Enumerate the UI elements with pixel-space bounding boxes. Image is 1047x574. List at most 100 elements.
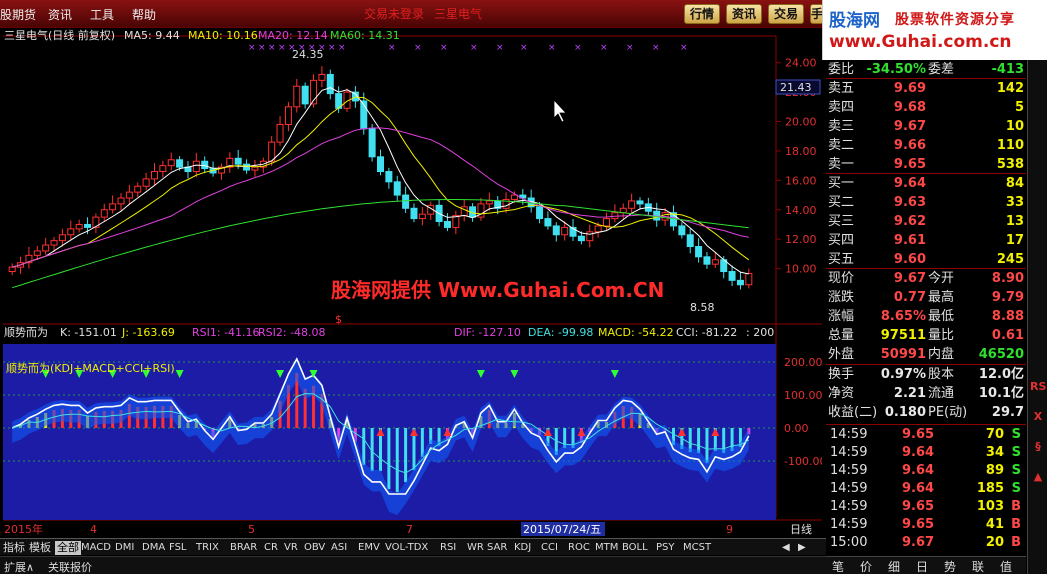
stat-label: 净资 (828, 386, 855, 401)
tick-price: 9.64 (902, 445, 935, 460)
indicator-tab[interactable]: DMA (142, 541, 165, 555)
indicator-tab[interactable]: CR (264, 541, 278, 555)
signal-mark: × (470, 43, 478, 53)
candle-body (125, 191, 133, 199)
indicator-tab[interactable]: MACD (81, 541, 111, 555)
candle-body (678, 225, 686, 236)
tick-time: 15:00 (830, 535, 868, 550)
indicator-tab[interactable]: DMI (115, 541, 134, 555)
candle-body (594, 225, 602, 233)
date-highlight: 2015/07/24/五 (523, 523, 601, 536)
candle-body (636, 200, 644, 205)
buy-volume: 33 (1005, 195, 1024, 210)
side-tool-button[interactable]: X (1030, 410, 1046, 423)
side-tool-button[interactable]: RSI (1030, 380, 1047, 393)
candle-body (58, 234, 66, 242)
indicator-tab[interactable]: ASI (331, 541, 347, 555)
quote-tab[interactable]: 值 (1000, 558, 1012, 574)
stat-value: 0.97% (880, 367, 926, 382)
stat-row: 外盘 50991 内盘 46520 (826, 345, 1026, 364)
indicator-tab[interactable]: BRAR (230, 541, 257, 555)
stat-value: 29.7 (991, 405, 1024, 420)
signal-mark: × (388, 43, 396, 53)
sell-price: 9.68 (893, 100, 926, 115)
quote-button[interactable]: 行情 (684, 4, 720, 24)
sell-price: 9.65 (893, 157, 926, 172)
candle-body (293, 85, 301, 108)
sell-price: 9.69 (893, 81, 926, 96)
menu-help[interactable]: 帮助 (132, 6, 156, 23)
stat-value: 9.79 (991, 290, 1024, 305)
stat-value: 0.77 (893, 290, 926, 305)
side-tool-button[interactable]: § (1030, 440, 1046, 453)
indicator-tab[interactable]: MTM (595, 541, 618, 555)
stat-label: 收益(二) (828, 405, 878, 420)
candle-body (67, 228, 75, 236)
indicator-tab[interactable]: 全部 (55, 541, 81, 555)
divider (826, 424, 1026, 425)
news-button[interactable]: 资讯 (726, 4, 762, 24)
trade-button[interactable]: 交易 (768, 4, 804, 24)
side-tool-button[interactable]: ▲ (1030, 470, 1046, 483)
price-tick-label: 18.00 (785, 145, 817, 158)
price-tick-label: 16.00 (785, 174, 817, 187)
tick-flag: B (1011, 517, 1021, 532)
stat-label: 量比 (928, 328, 955, 343)
tick-flag: S (1011, 463, 1021, 478)
expand-tab[interactable]: 扩展∧ (4, 559, 34, 574)
indicator-tab[interactable]: 模板 (29, 541, 51, 555)
indicator-tab[interactable]: TRIX (196, 541, 219, 555)
indicator-tab[interactable]: BOLL (622, 541, 648, 555)
price-tick-label: 10.00 (785, 263, 817, 276)
scroll-left-icon[interactable]: ◀ (782, 541, 790, 555)
candle-body (109, 203, 117, 211)
indicator-tab[interactable]: KDJ (514, 541, 531, 555)
signal-mark: × (328, 43, 336, 53)
tick-flag: S (1011, 445, 1021, 460)
chart-area[interactable]: × × × × × × × × × × × × × × × × × × × × × × 三星电气(日线 前复权) MA5:… (0, 28, 822, 560)
indicator-tab[interactable]: RSI (440, 541, 456, 555)
indicator-tab[interactable]: SAR (487, 541, 507, 555)
indicator-tab[interactable]: 指标 (3, 541, 25, 555)
ma5-label: MA5: 9.44 (124, 29, 180, 42)
stat-label: 最高 (928, 290, 955, 305)
tick-price: 9.65 (902, 499, 935, 514)
menu-tools[interactable]: 工具 (90, 6, 114, 23)
weicha-value: -413 (991, 62, 1024, 77)
indicator-tab[interactable]: OBV (304, 541, 325, 555)
quote-tab[interactable]: 联 (972, 558, 984, 574)
price-tick-label: 12.00 (785, 233, 817, 246)
indicator-tab[interactable]: EMV (358, 541, 380, 555)
candle-body (150, 171, 158, 180)
side-toolbar: RSI X § ▲ (1027, 60, 1047, 574)
buy-price: 9.64 (893, 176, 926, 191)
menu-news[interactable]: 资讯 (48, 6, 72, 23)
quote-tab[interactable]: 日 (916, 558, 928, 574)
indicator-tab[interactable]: VR (284, 541, 298, 555)
period-label: 日线 (790, 522, 812, 536)
quote-tab[interactable]: 笔 (832, 558, 844, 574)
menu-futures[interactable]: 股期货 (0, 6, 36, 23)
trading-terminal: 股期货 资讯 工具 帮助 交易未登录 三星电气 行情 资讯 交易 手 股海网 股… (0, 0, 1047, 574)
stat-row: 总量 97511 量比 0.61 (826, 326, 1026, 345)
price-tick-label: 20.00 (785, 116, 817, 129)
quote-tab[interactable]: 价 (860, 558, 872, 574)
indicator-tab[interactable]: ROC (568, 541, 590, 555)
candle-body (443, 221, 451, 228)
tick-time: 14:59 (830, 445, 868, 460)
buy-label: 买三 (828, 214, 855, 229)
indicator-tab[interactable]: VOL-TDX (385, 541, 428, 555)
indicator-tab[interactable]: MCST (683, 541, 711, 555)
stat-value: 50991 (880, 347, 926, 362)
sell-level: 卖四 9.68 5 (826, 98, 1026, 117)
indicator-tab[interactable]: CCI (541, 541, 558, 555)
quote-tab[interactable]: 细 (888, 558, 900, 574)
stat-label: 换手 (828, 367, 855, 382)
candle-body (552, 225, 560, 236)
indicator-tab[interactable]: PSY (656, 541, 675, 555)
indicator-tab[interactable]: FSL (169, 541, 187, 555)
indicator-tab[interactable]: WR (467, 541, 484, 555)
scroll-right-icon[interactable]: ▶ (798, 541, 806, 555)
related-quote-tab[interactable]: 关联报价 (48, 559, 92, 574)
quote-tab[interactable]: 势 (944, 558, 956, 574)
